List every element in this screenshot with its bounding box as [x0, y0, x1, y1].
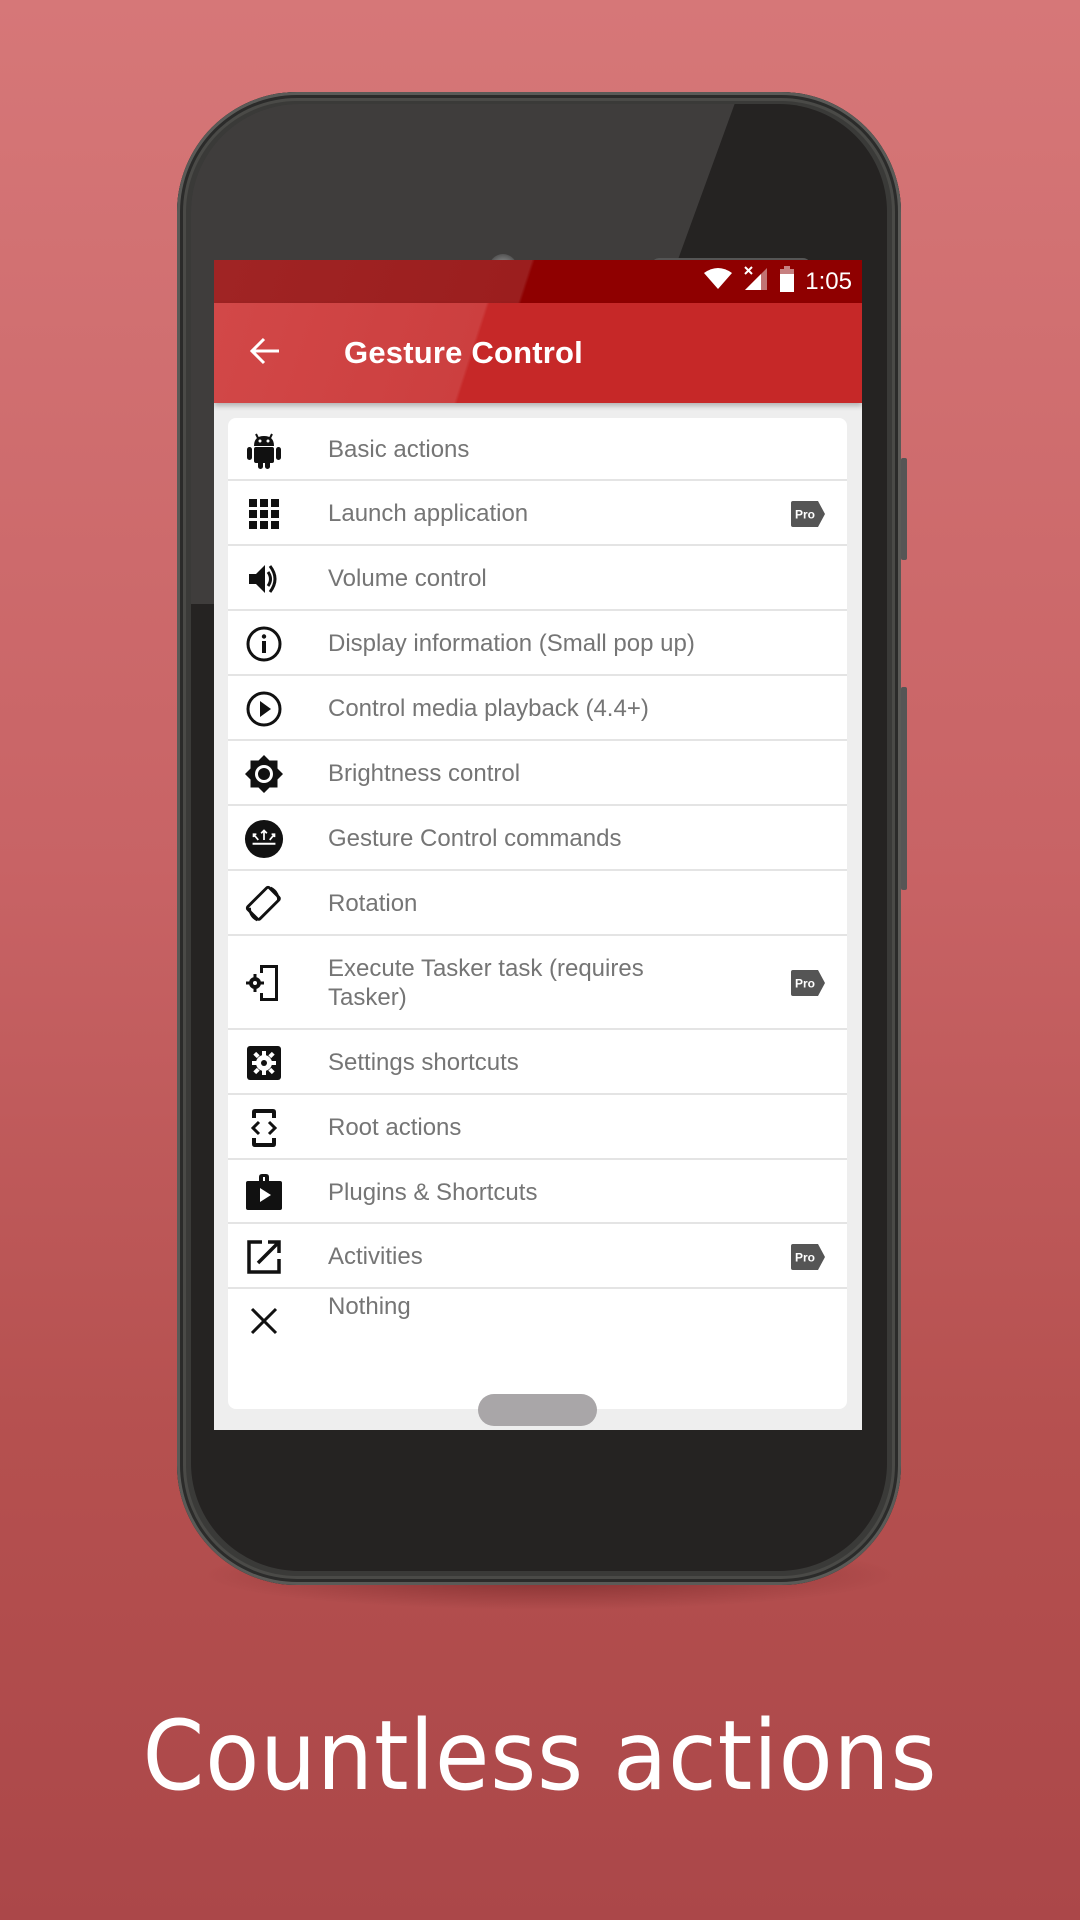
- action-label: Gesture Control commands: [328, 825, 622, 852]
- action-item-brightness-control[interactable]: Brightness control: [228, 741, 847, 806]
- brightness-icon: [244, 754, 284, 794]
- action-item-plugins-shortcuts[interactable]: Plugins & Shortcuts: [228, 1160, 847, 1224]
- gesture-commands-icon: [244, 819, 284, 859]
- action-label: Execute Tasker task (requires Tasker): [328, 955, 644, 1011]
- shop-bag-play-icon: [244, 1172, 284, 1212]
- action-label: Display information (Small pop up): [328, 630, 695, 657]
- signal-no-data-icon: [743, 266, 769, 297]
- action-item-settings-shortcuts[interactable]: Settings shortcuts: [228, 1030, 847, 1095]
- action-item-volume-control[interactable]: Volume control: [228, 546, 847, 611]
- status-bar: 1:05: [214, 260, 862, 303]
- action-list: Basic actions Launch application Pro Volume…: [228, 418, 847, 1409]
- promo-caption: Countless actions: [142, 1700, 938, 1812]
- pro-badge-text: Pro: [795, 507, 815, 521]
- volume-button: [901, 687, 907, 890]
- page-title: Gesture Control: [344, 335, 583, 370]
- action-label: Launch application: [328, 500, 529, 527]
- apps-grid-icon: [244, 494, 284, 534]
- wifi-icon: [703, 267, 733, 296]
- battery-icon: [779, 266, 795, 297]
- arrow-back-icon: [249, 337, 281, 370]
- developer-mode-icon: [244, 1108, 284, 1148]
- pro-badge: Pro: [791, 970, 825, 996]
- close-icon: [244, 1301, 284, 1341]
- action-label: Basic actions: [328, 436, 470, 463]
- action-item-rotation[interactable]: Rotation: [228, 871, 847, 936]
- status-time: 1:05: [805, 267, 852, 295]
- info-icon: [244, 624, 284, 664]
- action-label: Settings shortcuts: [328, 1049, 519, 1076]
- screen-rotation-icon: [244, 884, 284, 924]
- open-external-icon: [244, 1237, 284, 1277]
- pro-badge: Pro: [791, 1243, 825, 1270]
- action-item-launch-application[interactable]: Launch application Pro: [228, 481, 847, 546]
- settings-box-icon: [244, 1043, 284, 1083]
- action-label: Rotation: [328, 890, 418, 917]
- action-label: Control media playback (4.4+): [328, 695, 649, 722]
- action-label: Root actions: [328, 1114, 462, 1141]
- tasker-settings-phone-icon: [244, 963, 284, 1003]
- action-item-control-media-playback-4-4[interactable]: Control media playback (4.4+): [228, 676, 847, 741]
- pro-badge-text: Pro: [795, 977, 815, 991]
- play-circle-icon: [244, 689, 284, 729]
- scrollbar-handle[interactable]: [478, 1394, 597, 1426]
- action-item-root-actions[interactable]: Root actions: [228, 1095, 847, 1160]
- volume-icon: [244, 559, 284, 599]
- action-item-execute-tasker-task-requires-tasker[interactable]: Execute Tasker task (requires Tasker) Pro: [228, 936, 847, 1030]
- action-label: Nothing: [328, 1293, 411, 1320]
- action-item-basic-actions[interactable]: Basic actions: [228, 418, 847, 481]
- action-label: Plugins & Shortcuts: [328, 1178, 538, 1206]
- power-button: [901, 458, 907, 560]
- action-item-activities[interactable]: Activities Pro: [228, 1224, 847, 1289]
- phone-screen: 1:05 Gesture Control Basic actions Launch…: [214, 260, 862, 1430]
- pro-badge: Pro: [791, 500, 825, 527]
- action-item-gesture-control-commands[interactable]: Gesture Control commands: [228, 806, 847, 871]
- pro-badge-text: Pro: [795, 1250, 815, 1264]
- android-icon: [244, 430, 284, 470]
- toolbar: Gesture Control: [214, 303, 862, 403]
- action-item-nothing[interactable]: Nothing: [228, 1289, 847, 1409]
- action-label: Volume control: [328, 565, 487, 592]
- action-item-display-information-small-pop-up[interactable]: Display information (Small pop up): [228, 611, 847, 676]
- back-button[interactable]: [240, 328, 290, 378]
- action-label: Activities: [328, 1243, 423, 1270]
- action-label: Brightness control: [328, 760, 521, 787]
